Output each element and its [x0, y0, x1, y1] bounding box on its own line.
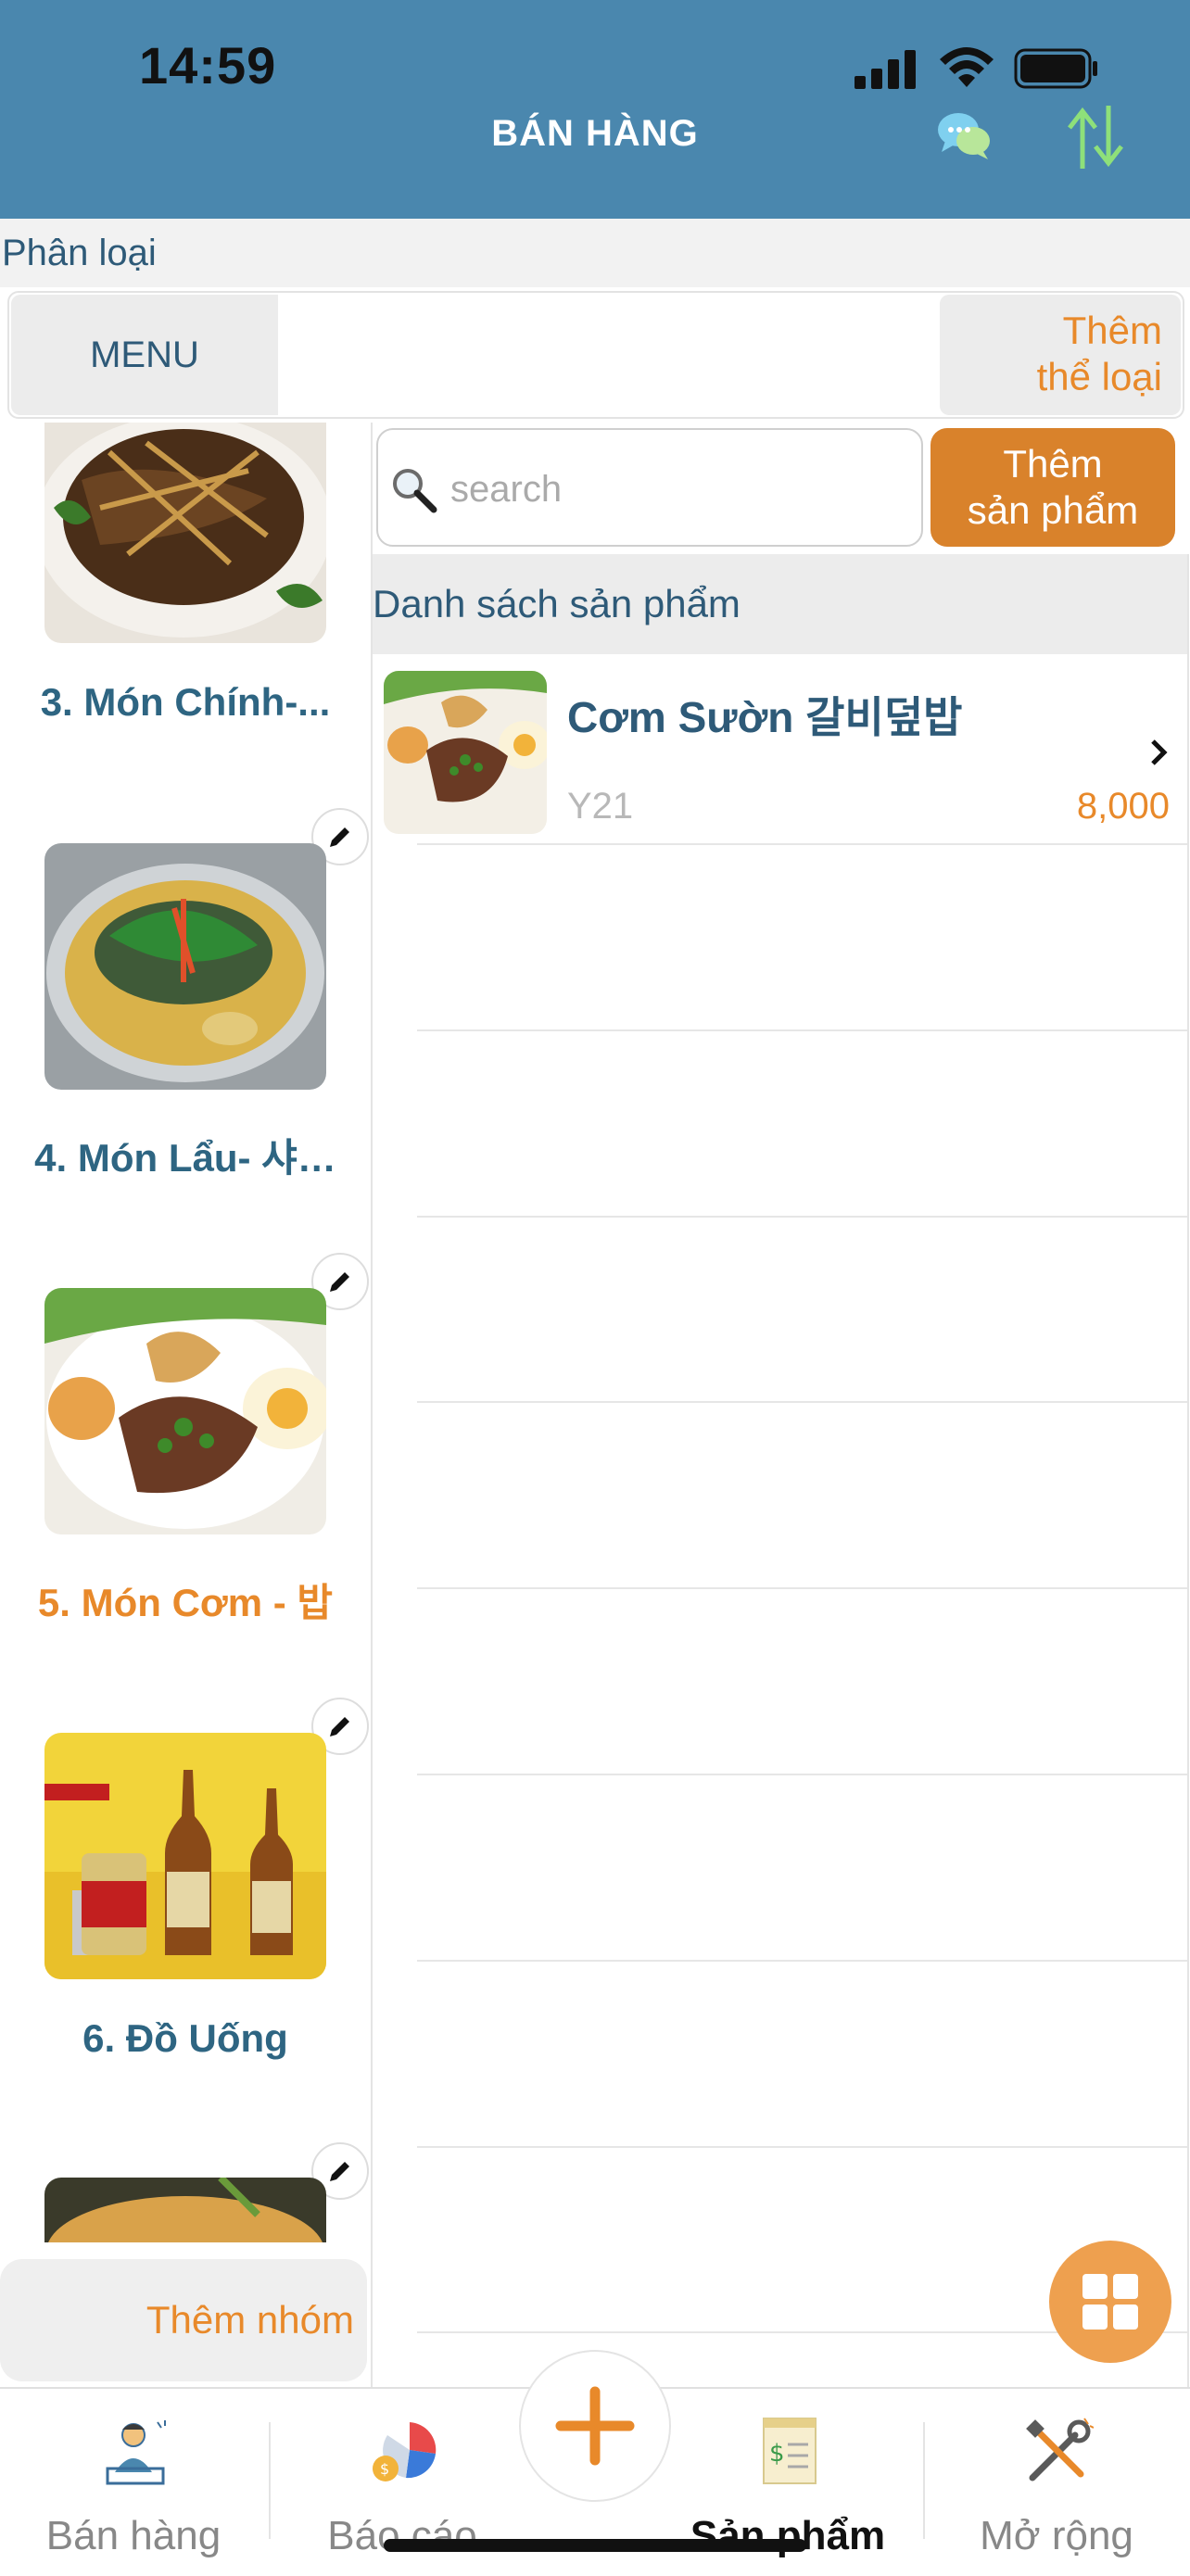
row-divider [417, 1029, 1188, 1031]
category-bar: MENU Thêm thể loại [7, 291, 1184, 419]
add-category-label-line1: Thêm [1062, 309, 1162, 352]
category-section-label: Phân loại [0, 219, 1190, 287]
add-group-button[interactable]: Thêm nhóm [0, 2259, 367, 2381]
app-header: 14:59 BÁN HÀNG [0, 0, 1190, 219]
row-divider [417, 1587, 1188, 1589]
group-item-active[interactable]: 5. Món Cơm - 밥 [0, 1288, 371, 1735]
add-order-button[interactable] [519, 2350, 671, 2502]
group-label: 6. Đồ Uống [82, 2016, 288, 2060]
add-category-button[interactable]: Thêm thể loại [940, 295, 1181, 415]
battery-icon [1014, 48, 1097, 89]
svg-text:$: $ [380, 2460, 389, 2478]
group-image [44, 1733, 326, 1979]
grid-view-button[interactable] [1049, 2241, 1171, 2363]
cashier-icon [106, 2420, 166, 2485]
tab-mo-rong[interactable]: Mở rộng [927, 2389, 1186, 2576]
row-divider [417, 1216, 1188, 1218]
group-list[interactable]: 3. Món Chính-... 4. Món Lẩu- 샤… 5. Món C… [0, 423, 371, 2387]
right-border [1187, 554, 1189, 2389]
group-image [44, 1288, 326, 1534]
cellular-signal-icon [855, 50, 916, 89]
home-indicator [384, 2539, 806, 2552]
report-chart-icon: $ [373, 2422, 437, 2481]
search-box[interactable] [376, 428, 923, 547]
chevron-right-icon [1151, 739, 1168, 765]
group-image [44, 2178, 326, 2242]
group-label: 4. Món Lẩu- 샤… [34, 1136, 336, 1180]
page-title: BÁN HÀNG [491, 113, 699, 154]
chat-bubbles-icon[interactable] [936, 107, 994, 163]
group-item[interactable]: 4. Món Lẩu- 샤… [0, 843, 371, 1290]
wifi-icon [940, 47, 994, 87]
sync-arrows-icon[interactable] [1057, 98, 1134, 176]
tools-icon [1026, 2418, 1094, 2481]
product-receipt-icon: $ [763, 2418, 817, 2484]
group-item[interactable]: 3. Món Chính-... [0, 423, 371, 843]
row-divider [417, 843, 1188, 845]
group-label: 5. Món Cơm - 밥 [37, 1581, 334, 1624]
tab-label: Báo cáo [327, 2513, 477, 2558]
svg-text:$: $ [769, 2440, 785, 2468]
tab-ban-hang[interactable]: Bán hàng [4, 2389, 263, 2576]
row-divider [417, 1960, 1188, 1962]
tab-separator [269, 2422, 271, 2539]
product-row[interactable]: Cơm Sườn 갈비덮밥 Y21 8,000 [373, 654, 1188, 845]
add-product-label-line2: sản phẩm [967, 488, 1139, 532]
status-time: 14:59 [139, 36, 277, 95]
tab-label: Mở rộng [980, 2513, 1133, 2558]
product-image [384, 671, 547, 834]
tab-label: Bán hàng [45, 2513, 222, 2558]
search-input[interactable] [449, 456, 897, 523]
row-divider [417, 1774, 1188, 1775]
product-list-header: Danh sách sản phẩm [373, 554, 1188, 654]
magnifier-search-icon [393, 469, 437, 513]
product-price: 8,000 [1076, 786, 1170, 827]
grid-icon [1082, 2274, 1138, 2330]
category-tab-menu[interactable]: MENU [11, 295, 278, 415]
tab-separator [923, 2422, 925, 2539]
add-product-button[interactable]: Thêm sản phẩm [930, 428, 1175, 547]
group-label: 3. Món Chính-... [40, 680, 331, 724]
row-divider [417, 1401, 1188, 1403]
plus-icon [555, 2386, 635, 2466]
group-image [44, 843, 326, 1090]
add-category-label-line2: thể loại [1036, 355, 1162, 398]
row-divider [417, 2146, 1188, 2148]
product-name: Cơm Sườn 갈비덮밥 [567, 693, 963, 741]
add-product-label-line1: Thêm [1003, 442, 1103, 486]
group-image [44, 423, 326, 643]
group-item[interactable]: 6. Đồ Uống [0, 1733, 371, 2179]
product-code: Y21 [567, 786, 634, 827]
tab-label: Sản phẩm [690, 2513, 886, 2558]
